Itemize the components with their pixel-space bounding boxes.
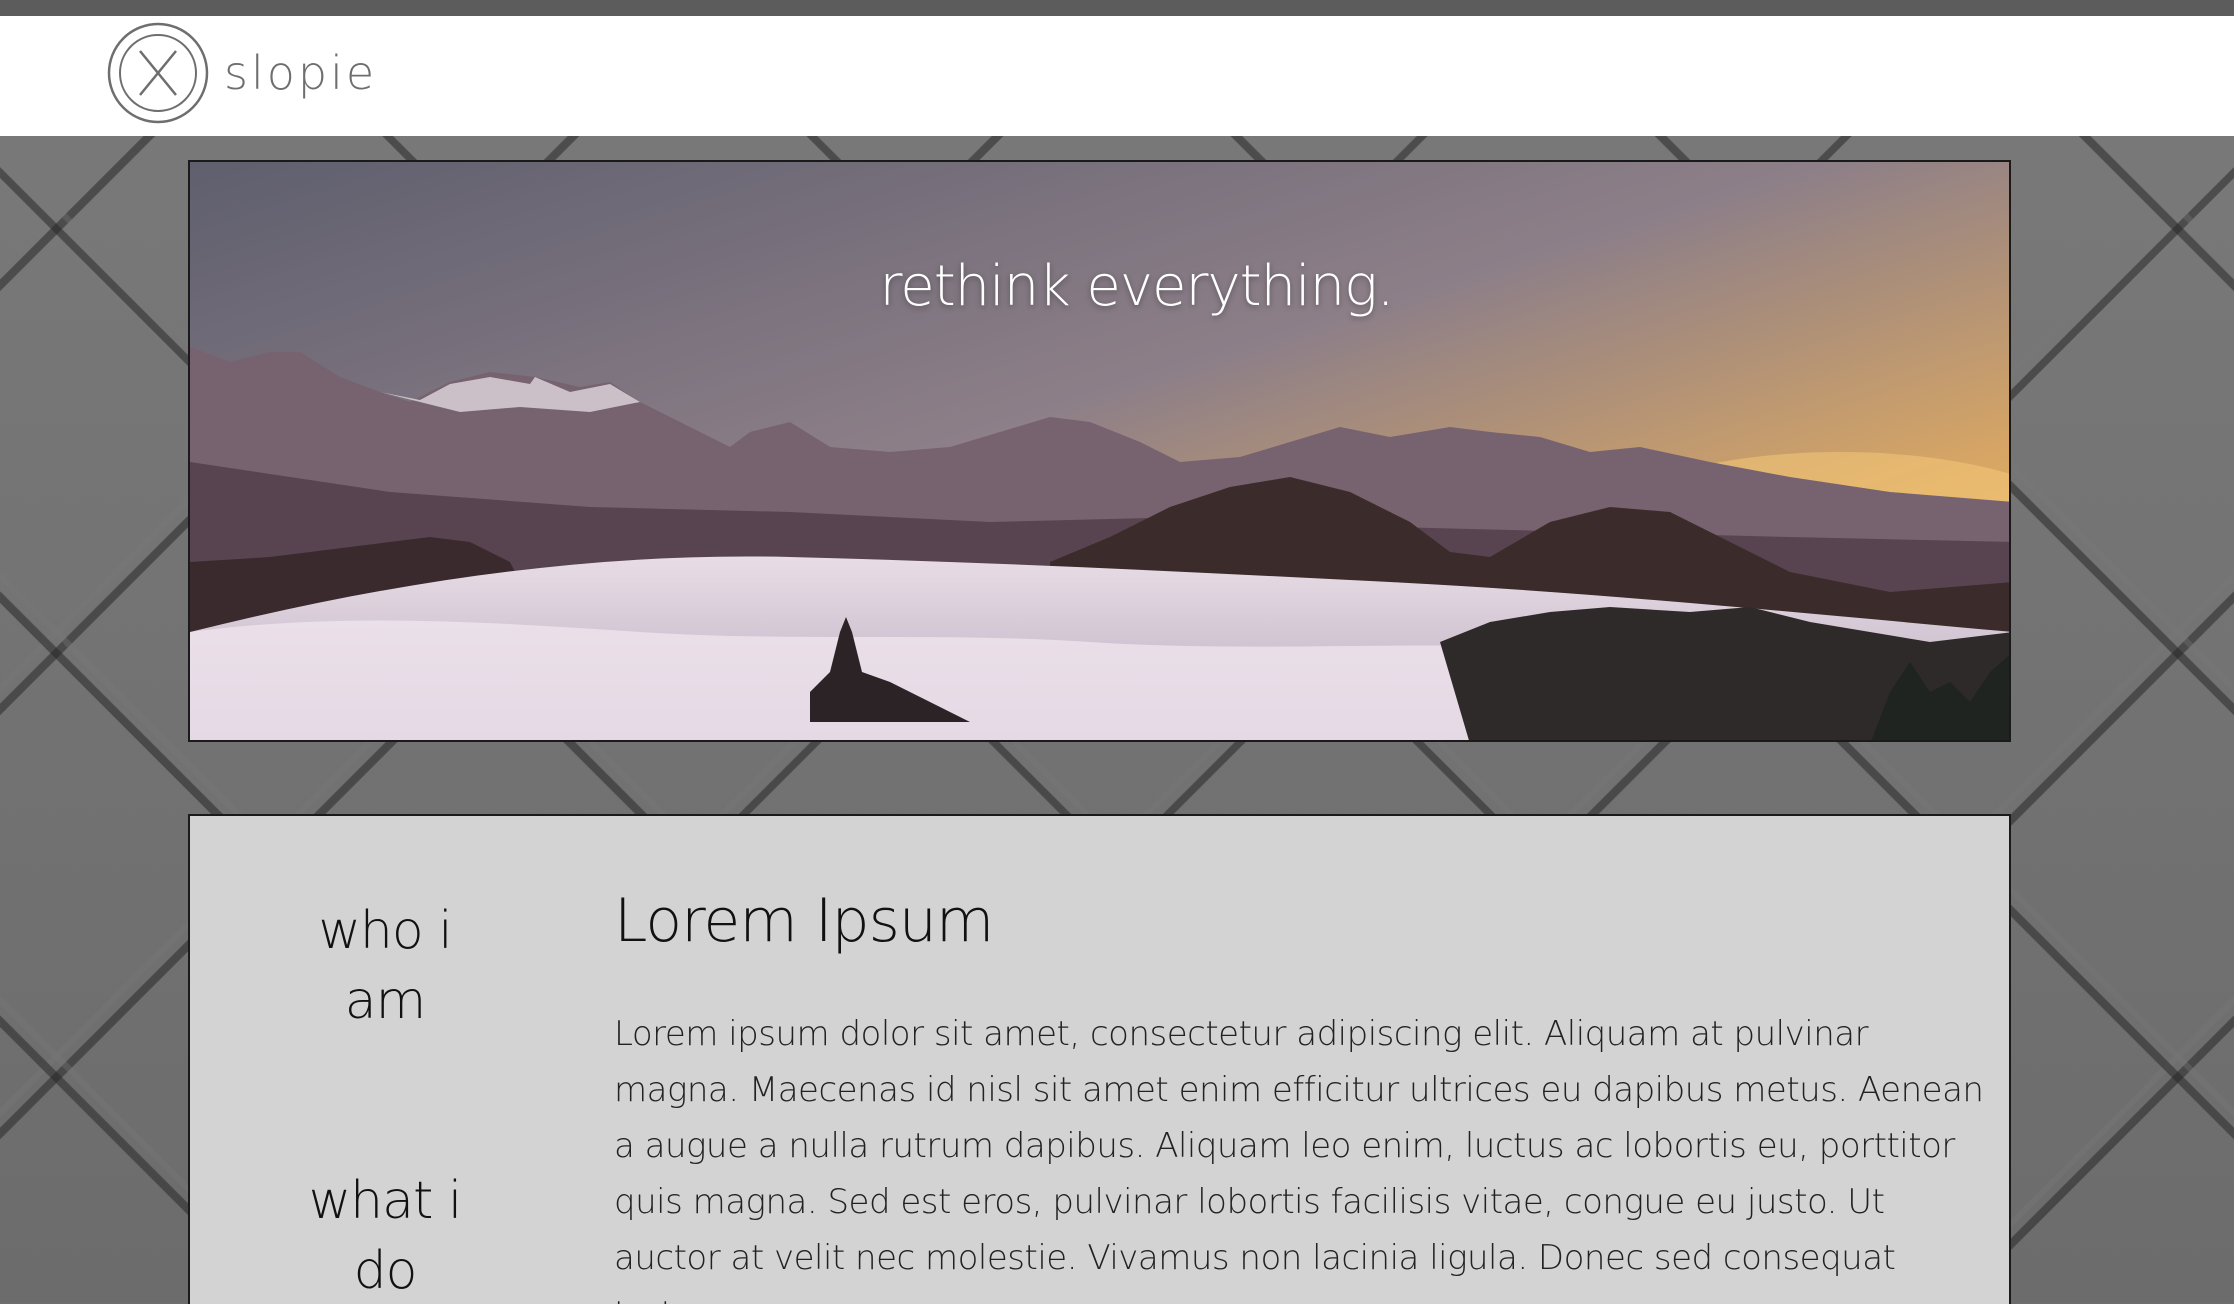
hero-tagline: rethink everything.	[879, 254, 1394, 319]
navbar: slopie	[0, 16, 2234, 136]
circle-x-logo-icon	[107, 22, 209, 124]
hero-banner: rethink everything.	[188, 160, 2011, 742]
brand-name: slopie	[224, 46, 378, 100]
article-heading: Lorem Ipsum	[614, 886, 994, 956]
article-body: Lorem ipsum dolor sit amet, consectetur …	[614, 1014, 1984, 1304]
side-nav-who-i-am[interactable]: who i am	[290, 896, 480, 1036]
side-nav: who i am what i do	[290, 896, 480, 1304]
top-strip	[0, 0, 2234, 16]
brand-logo[interactable]: slopie	[106, 21, 377, 125]
side-nav-what-i-do[interactable]: what i do	[290, 1166, 480, 1304]
content-panel: who i am what i do Lorem Ipsum Lorem ips…	[188, 814, 2011, 1304]
main-article: Lorem Ipsum Lorem ipsum dolor sit amet, …	[614, 886, 1994, 1304]
landscape-image	[190, 162, 2009, 740]
